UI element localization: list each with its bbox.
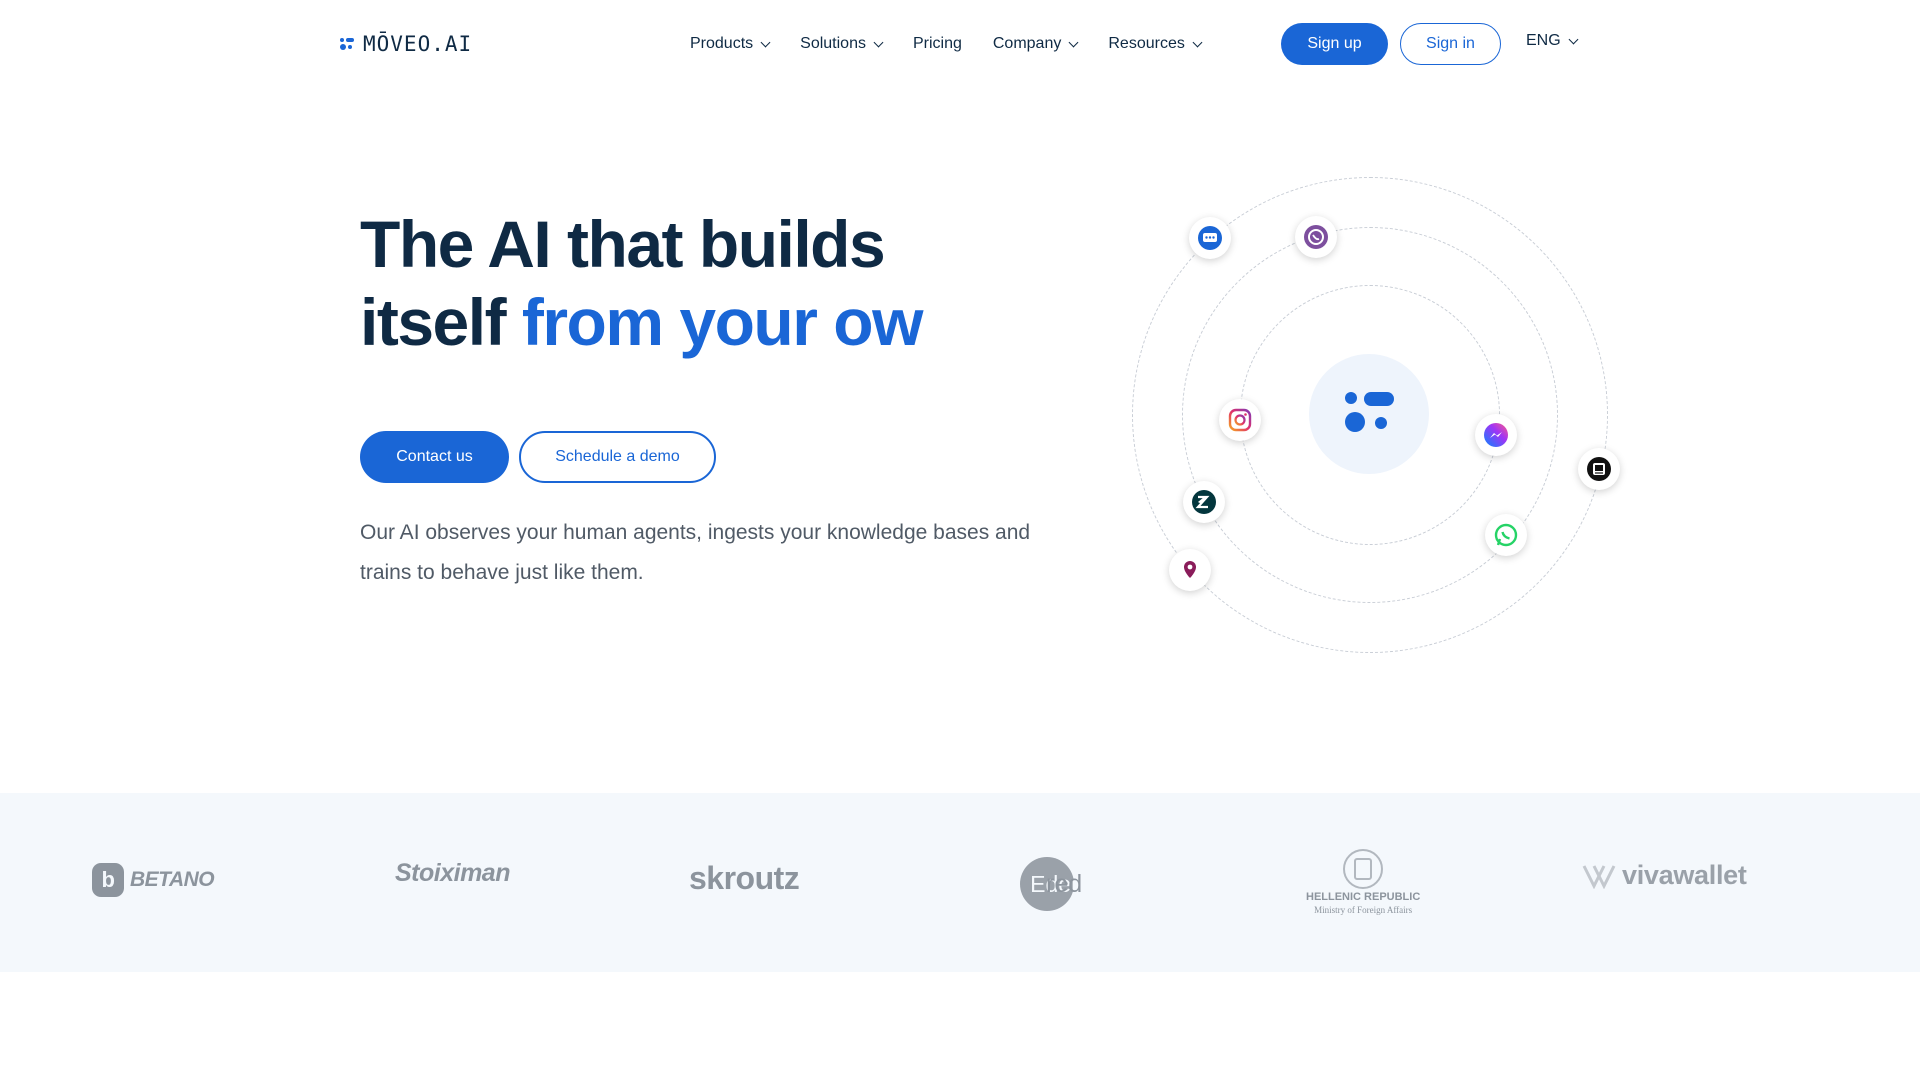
hero-title-line2: itself bbox=[360, 285, 522, 359]
chevron-down-icon bbox=[1568, 34, 1579, 44]
chat-icon bbox=[1189, 217, 1231, 259]
viva-mark-icon bbox=[1582, 864, 1616, 889]
stoiximan-logo: Stoiximan bbox=[395, 859, 510, 887]
menu-item-products[interactable]: Products bbox=[690, 30, 771, 58]
chevron-down-icon bbox=[873, 37, 884, 47]
menu-item-label: Company bbox=[992, 35, 1062, 52]
language-selector[interactable]: ENG bbox=[1526, 32, 1579, 50]
sign-in-button[interactable]: Sign in bbox=[1400, 23, 1501, 65]
menu-item-label: Resources bbox=[1108, 35, 1185, 52]
instagram-icon bbox=[1219, 399, 1261, 441]
sign-up-button[interactable]: Sign up bbox=[1281, 23, 1388, 65]
menu-item-solutions[interactable]: Solutions bbox=[800, 30, 884, 58]
moveo-core-icon bbox=[1309, 354, 1429, 474]
moveo-logo[interactable]: MŌVEO.AI bbox=[340, 32, 472, 56]
menu-item-label: Solutions bbox=[800, 35, 866, 52]
contact-us-button[interactable]: Contact us bbox=[360, 431, 509, 483]
hero-title-highlight: from your ow bbox=[521, 285, 924, 359]
intercom-icon bbox=[1578, 448, 1620, 490]
skroutz-logo: skroutz bbox=[689, 860, 800, 896]
edenred-logo: Eden red bbox=[1020, 857, 1084, 911]
zendesk-icon bbox=[1183, 481, 1225, 523]
chevron-down-icon bbox=[760, 37, 771, 47]
messenger-icon bbox=[1475, 414, 1517, 456]
hero-description: Our AI observes your human agents, inges… bbox=[360, 521, 1031, 584]
chevron-down-icon bbox=[1192, 37, 1203, 47]
betano-logo: b BETANO bbox=[92, 863, 215, 897]
menu-item-company[interactable]: Company bbox=[992, 30, 1079, 58]
seal-icon bbox=[1343, 849, 1384, 889]
menu-item-label: Products bbox=[690, 35, 754, 52]
logo-mark-icon bbox=[340, 36, 356, 52]
location-icon bbox=[1169, 549, 1211, 591]
menu-item-resources[interactable]: Resources bbox=[1108, 30, 1203, 58]
whatsapp-icon bbox=[1485, 514, 1527, 556]
menu-item-pricing[interactable]: Pricing bbox=[913, 30, 962, 58]
viber-icon bbox=[1295, 216, 1337, 258]
channels-orbit-illustration bbox=[1130, 175, 1620, 655]
hero-title: The AI that builds itself from your ow bbox=[360, 205, 1000, 361]
hero-title-line1: The AI that builds bbox=[360, 207, 886, 281]
schedule-demo-button[interactable]: Schedule a demo bbox=[519, 431, 716, 483]
hellenic-republic-logo: HELLENIC REPUBLIC Ministry of Foreign Af… bbox=[1306, 849, 1420, 915]
menu-item-label: Pricing bbox=[912, 35, 962, 52]
customer-logos-strip: b BETANO Stoiximan skroutz Eden red HELLEN… bbox=[0, 793, 1920, 972]
chevron-down-icon bbox=[1068, 37, 1079, 47]
top-navigation: MŌVEO.AI Products Solutions Pricing Comp… bbox=[0, 0, 1920, 88]
logo-text: MŌVEO.AI bbox=[363, 32, 473, 56]
main-menu: Products Solutions Pricing Company Resou… bbox=[690, 30, 1232, 58]
language-label: ENG bbox=[1526, 32, 1561, 49]
vivawallet-logo: vivawallet bbox=[1582, 860, 1747, 891]
